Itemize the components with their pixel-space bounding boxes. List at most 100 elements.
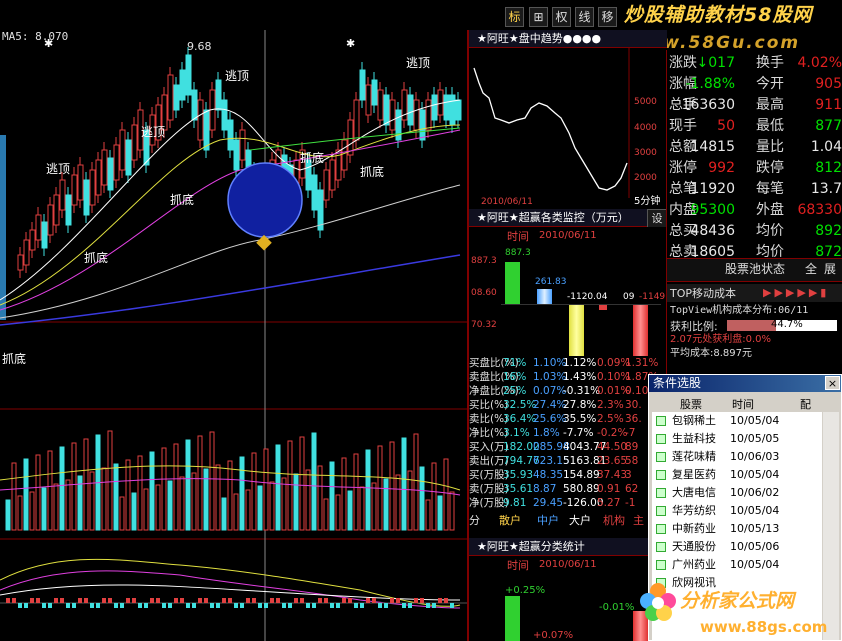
- indicator-bar: [252, 598, 256, 603]
- volume-bar: [155, 484, 161, 531]
- stock-list-item[interactable]: 天通股份 10/05/06: [652, 538, 822, 556]
- volume-bar: [233, 493, 239, 531]
- monitor-row: 买盘比(%) 71% 1.10% 1.12% 0.09% 1.31%: [469, 357, 667, 371]
- close-icon[interactable]: ×: [825, 376, 840, 390]
- quote-value: 892: [815, 223, 842, 239]
- indicator-bar: [354, 603, 358, 608]
- stock-list-item[interactable]: 生益科技 10/05/05: [652, 430, 822, 448]
- indicator-bar: [132, 598, 136, 603]
- monitor-row-value: 9.81: [503, 497, 527, 509]
- stats-time-label: 时间: [507, 559, 529, 572]
- quote-panel: 涨跌 ↓017 换手 4.02% 涨幅 -1.88% 今开 905 总手 163630 最高 911 现…: [667, 52, 842, 262]
- volume-bar: [335, 494, 341, 531]
- candle: [89, 169, 96, 206]
- monitor-row: 卖比(%) 36.4% 25.6% 35.5% 2.5% 36.: [469, 413, 667, 427]
- monitor-row-value: -0.31%: [563, 385, 601, 397]
- stock-list-item[interactable]: 华芳纺织 10/05/04: [652, 502, 822, 520]
- stock-list-item[interactable]: 广州药业 10/05/04: [652, 556, 822, 574]
- expand-all-button[interactable]: 全: [805, 263, 817, 275]
- stock-time: 10/05/05: [730, 432, 780, 445]
- monitor-settings-button[interactable]: 设: [647, 209, 667, 228]
- col-config[interactable]: 配: [800, 396, 811, 412]
- indicator-bar: [108, 598, 112, 603]
- toolbar-rights-button[interactable]: 权: [552, 7, 571, 27]
- col-time[interactable]: 时间: [732, 396, 754, 412]
- intraday-scale-1: 5000: [634, 97, 657, 107]
- stock-icon: [656, 434, 666, 444]
- cost-tool-icons[interactable]: ▶▶▶▶▶▮: [763, 287, 829, 298]
- toolbar-mark-button[interactable]: 标: [505, 7, 524, 27]
- quote-label: 量比: [756, 139, 784, 155]
- quote-value: 905: [815, 76, 842, 92]
- indicator-bar: [204, 598, 208, 603]
- indicator-bar: [72, 603, 76, 608]
- candle: [371, 79, 378, 106]
- monitor-bar-value-extra: 09: [623, 292, 635, 302]
- volume-bar: [47, 450, 53, 531]
- indicator-bar: [6, 598, 10, 603]
- annotation-escape-top-1: 逃顶: [46, 162, 71, 176]
- stock-pool-tab[interactable]: 股票池状态: [725, 263, 785, 275]
- indicator-bar: [156, 598, 160, 603]
- monitor-row-value: 36.: [625, 413, 642, 425]
- candle: [101, 149, 108, 186]
- stock-list-item[interactable]: 中新药业 10/05/13: [652, 520, 822, 538]
- toolbar-move-button[interactable]: 移: [598, 7, 617, 27]
- monitor-row-value: 3.1%: [503, 427, 530, 439]
- quote-label: 每笔: [756, 181, 784, 197]
- monitor-row-value: 27.4%: [533, 399, 567, 411]
- monitor-row-value: 0.07%: [533, 385, 567, 397]
- monitor-row-value: 580.89: [563, 483, 600, 495]
- stock-list-item[interactable]: 复星医药 10/05/04: [652, 466, 822, 484]
- quote-value: 48436: [690, 223, 735, 239]
- monitor-row-value: 1.31%: [625, 357, 659, 369]
- toolbar-line-button[interactable]: 线: [575, 7, 594, 27]
- candle: [419, 109, 426, 141]
- toolbar-grid-button[interactable]: ⊞: [529, 7, 548, 27]
- price-high-label: 9.68: [187, 40, 212, 53]
- volume-bar: [329, 461, 335, 531]
- indicator-bar: [66, 603, 70, 608]
- indicator-bar: [114, 603, 118, 608]
- indicator-bar: [78, 598, 82, 603]
- stock-list-item[interactable]: 大唐电信 10/06/02: [652, 484, 822, 502]
- stock-time: 10/05/13: [730, 522, 780, 535]
- indicator-bar: [24, 603, 28, 608]
- stock-name: 包钢稀土: [672, 414, 716, 427]
- dialog-title-bar[interactable]: 条件选股 ×: [649, 375, 841, 392]
- candle: [323, 169, 330, 201]
- monitor-bar-main: [633, 304, 648, 356]
- intraday-panel[interactable]: 5000 4000 3000 2000 2010/06/11 5分钟: [469, 48, 667, 209]
- dialog-scrollbar[interactable]: [823, 412, 839, 640]
- dialog-column-header: 股票 时间 配: [652, 395, 822, 411]
- monitor-row-value: 154.89: [563, 469, 600, 481]
- volume-bar: [353, 453, 359, 531]
- volume-bar: [113, 463, 119, 531]
- monitor-bar-value-1: 887.3: [505, 248, 531, 258]
- candle: [365, 84, 372, 116]
- quote-row: 总买 48436 均价 892: [667, 220, 842, 242]
- indicator-bar: [312, 603, 316, 608]
- indicator-bar: [144, 603, 148, 608]
- kline-chart-panel[interactable]: ✱ ✱ MA5: 8.070 9.68 逃顶 逃顶 逃顶 逃顶 抓底 抓底 抓底 …: [0, 0, 467, 641]
- monitor-category: 机构: [603, 514, 625, 527]
- stock-list-item[interactable]: 包钢稀土 10/05/04: [652, 412, 822, 430]
- volume-bar: [161, 447, 167, 531]
- col-stock[interactable]: 股票: [680, 396, 702, 412]
- indicator-bar: [240, 603, 244, 608]
- volume-bar: [53, 483, 59, 531]
- monitor-row: 买(万股) 35.93 48.35 154.89 37.43 3: [469, 469, 667, 483]
- quote-label: 换手: [756, 55, 784, 71]
- volume-bar: [401, 437, 407, 531]
- indicator-bar: [300, 598, 304, 603]
- indicator-bar: [276, 598, 280, 603]
- quote-label: 跌停: [756, 160, 784, 176]
- stock-list-item[interactable]: 莲花味精 10/06/03: [652, 448, 822, 466]
- candle: [347, 119, 354, 156]
- monitor-title: ★阿旺★超赢各类监控（万元）: [469, 209, 647, 227]
- expand-button[interactable]: 展: [824, 263, 836, 275]
- watermark-logo-icon: [638, 582, 678, 622]
- monitor-category: 主: [633, 514, 644, 527]
- stock-time: 10/06/02: [730, 486, 780, 499]
- volume-bar: [29, 491, 35, 531]
